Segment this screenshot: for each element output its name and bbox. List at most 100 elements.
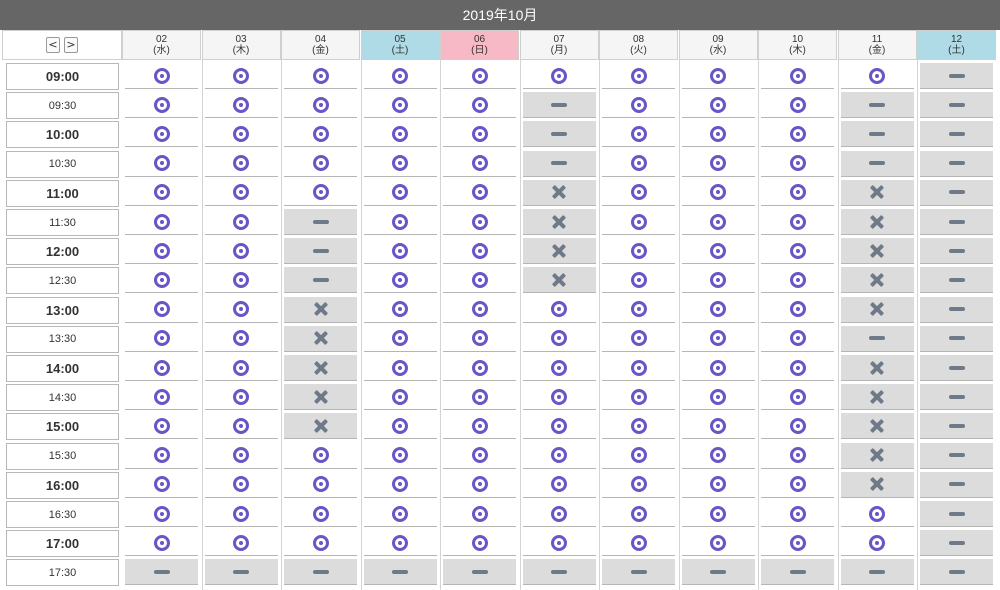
- slot-02-1430[interactable]: [125, 384, 198, 411]
- slot-10-1630[interactable]: [761, 501, 834, 527]
- slot-07-1330[interactable]: [522, 325, 596, 352]
- slot-04-1600[interactable]: [284, 471, 357, 498]
- slot-07-1500[interactable]: [522, 413, 596, 440]
- slot-08-1330[interactable]: [602, 325, 675, 352]
- slot-09-1630[interactable]: [681, 501, 755, 527]
- slot-10-1430[interactable]: [761, 384, 834, 411]
- slot-04-1100[interactable]: [284, 179, 357, 206]
- slot-04-1000[interactable]: [284, 121, 357, 148]
- slot-02-1400[interactable]: [125, 355, 198, 381]
- slot-03-1200[interactable]: [204, 238, 278, 265]
- slot-02-1230[interactable]: [125, 267, 198, 294]
- slot-03-1700[interactable]: [204, 530, 278, 557]
- slot-09-1400[interactable]: [681, 355, 755, 381]
- slot-05-0930[interactable]: [363, 92, 437, 119]
- slot-08-1200[interactable]: [602, 238, 675, 265]
- slot-09-1500[interactable]: [681, 413, 755, 440]
- slot-06-0900[interactable]: [443, 63, 516, 89]
- slot-05-1400[interactable]: [363, 355, 437, 381]
- slot-06-1530[interactable]: [443, 442, 516, 469]
- slot-10-1000[interactable]: [761, 121, 834, 148]
- slot-02-1630[interactable]: [125, 501, 198, 527]
- slot-10-1230[interactable]: [761, 267, 834, 294]
- slot-08-1300[interactable]: [602, 296, 675, 323]
- slot-10-1100[interactable]: [761, 179, 834, 206]
- slot-03-1100[interactable]: [204, 179, 278, 206]
- slot-07-1600[interactable]: [522, 471, 596, 498]
- slot-10-1130[interactable]: [761, 209, 834, 235]
- slot-06-1130[interactable]: [443, 209, 516, 235]
- slot-04-1530[interactable]: [284, 442, 357, 469]
- slot-10-0930[interactable]: [761, 92, 834, 119]
- slot-03-1400[interactable]: [204, 355, 278, 381]
- slot-05-1100[interactable]: [363, 179, 437, 206]
- slot-02-1330[interactable]: [125, 325, 198, 352]
- slot-08-1400[interactable]: [602, 355, 675, 381]
- slot-02-1000[interactable]: [125, 121, 198, 148]
- slot-09-1030[interactable]: [681, 150, 755, 177]
- slot-03-1000[interactable]: [204, 121, 278, 148]
- slot-06-1430[interactable]: [443, 384, 516, 411]
- slot-11-0900[interactable]: [840, 63, 914, 89]
- slot-06-1230[interactable]: [443, 267, 516, 294]
- slot-06-1400[interactable]: [443, 355, 516, 381]
- slot-09-1000[interactable]: [681, 121, 755, 148]
- slot-08-1530[interactable]: [602, 442, 675, 469]
- slot-03-0930[interactable]: [204, 92, 278, 119]
- slot-02-1200[interactable]: [125, 238, 198, 265]
- slot-10-1400[interactable]: [761, 355, 834, 381]
- slot-08-1130[interactable]: [602, 209, 675, 235]
- slot-09-1530[interactable]: [681, 442, 755, 469]
- slot-09-1700[interactable]: [681, 530, 755, 557]
- slot-02-1130[interactable]: [125, 209, 198, 235]
- slot-08-1600[interactable]: [602, 471, 675, 498]
- slot-03-1230[interactable]: [204, 267, 278, 294]
- slot-07-1630[interactable]: [522, 501, 596, 527]
- slot-07-1300[interactable]: [522, 296, 596, 323]
- slot-09-0900[interactable]: [681, 63, 755, 89]
- slot-03-1630[interactable]: [204, 501, 278, 527]
- slot-07-1400[interactable]: [522, 355, 596, 381]
- slot-06-1330[interactable]: [443, 325, 516, 352]
- slot-05-1430[interactable]: [363, 384, 437, 411]
- slot-06-1500[interactable]: [443, 413, 516, 440]
- slot-10-1030[interactable]: [761, 150, 834, 177]
- slot-08-1500[interactable]: [602, 413, 675, 440]
- slot-06-1300[interactable]: [443, 296, 516, 323]
- slot-02-1300[interactable]: [125, 296, 198, 323]
- slot-07-1430[interactable]: [522, 384, 596, 411]
- slot-03-1600[interactable]: [204, 471, 278, 498]
- slot-10-0900[interactable]: [761, 63, 834, 89]
- slot-09-1130[interactable]: [681, 209, 755, 235]
- slot-05-1300[interactable]: [363, 296, 437, 323]
- slot-04-1630[interactable]: [284, 501, 357, 527]
- slot-10-1600[interactable]: [761, 471, 834, 498]
- slot-08-1430[interactable]: [602, 384, 675, 411]
- slot-08-1630[interactable]: [602, 501, 675, 527]
- slot-03-1130[interactable]: [204, 209, 278, 235]
- slot-02-0930[interactable]: [125, 92, 198, 119]
- slot-05-1700[interactable]: [363, 530, 437, 557]
- slot-05-1000[interactable]: [363, 121, 437, 148]
- slot-07-1530[interactable]: [522, 442, 596, 469]
- slot-10-1700[interactable]: [761, 530, 834, 557]
- slot-08-0900[interactable]: [602, 63, 675, 89]
- slot-06-1700[interactable]: [443, 530, 516, 557]
- slot-07-0900[interactable]: [522, 63, 596, 89]
- slot-08-1030[interactable]: [602, 150, 675, 177]
- slot-05-1130[interactable]: [363, 209, 437, 235]
- slot-05-1330[interactable]: [363, 325, 437, 352]
- slot-08-0930[interactable]: [602, 92, 675, 119]
- slot-08-1100[interactable]: [602, 179, 675, 206]
- slot-04-1700[interactable]: [284, 530, 357, 557]
- slot-10-1500[interactable]: [761, 413, 834, 440]
- slot-02-1100[interactable]: [125, 179, 198, 206]
- slot-09-1600[interactable]: [681, 471, 755, 498]
- slot-03-1300[interactable]: [204, 296, 278, 323]
- slot-06-1000[interactable]: [443, 121, 516, 148]
- slot-10-1330[interactable]: [761, 325, 834, 352]
- slot-03-1330[interactable]: [204, 325, 278, 352]
- slot-02-1700[interactable]: [125, 530, 198, 557]
- slot-09-1230[interactable]: [681, 267, 755, 294]
- slot-06-1030[interactable]: [443, 150, 516, 177]
